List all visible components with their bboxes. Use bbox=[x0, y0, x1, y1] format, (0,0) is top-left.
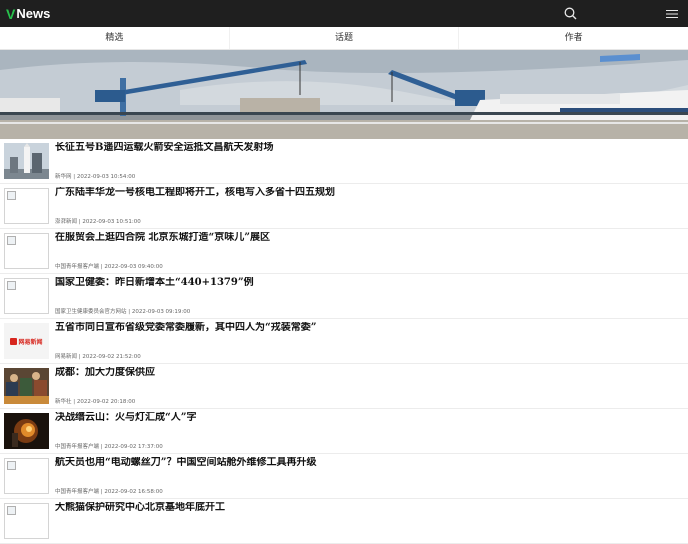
news-title[interactable]: 航天员也用“电动螺丝刀”？中国空间站舱外维修工具再升级 bbox=[55, 457, 688, 469]
news-thumbnail bbox=[4, 143, 49, 179]
news-info: 在服贸会上逛四合院 北京东城打造“京味儿”展区 中国青年报客户端 | 2022-… bbox=[53, 229, 688, 273]
harbor-cranes-photo bbox=[0, 50, 688, 139]
netease-logo-mark bbox=[10, 337, 18, 345]
market-thumbnail-image bbox=[4, 368, 49, 404]
news-item[interactable]: 决战缙云山：火与灯汇成“人”字 中国青年报客户端 | 2022-09-02 17… bbox=[0, 409, 688, 454]
news-title[interactable]: 长征五号B遥四运载火箭安全运抵文昌航天发射场 bbox=[55, 142, 688, 154]
news-thumbnail bbox=[4, 413, 49, 449]
news-title[interactable]: 广东陆丰华龙一号核电工程即将开工，核电写入多省十四五规划 bbox=[55, 187, 688, 199]
news-meta: 中国青年报客户端 | 2022-09-03 09:40:00 bbox=[55, 264, 163, 270]
news-info: 成都：加大力度保供应 新华社 | 2022-09-02 20:18:00 bbox=[53, 364, 688, 408]
news-info: 长征五号B遥四运载火箭安全运抵文昌航天发射场 新华网 | 2022-09-03 … bbox=[53, 139, 688, 183]
news-item[interactable]: 大熊猫保护研究中心北京基地年底开工 bbox=[0, 499, 688, 544]
news-info: 决战缙云山：火与灯汇成“人”字 中国青年报客户端 | 2022-09-02 17… bbox=[53, 409, 688, 453]
hero-banner-image[interactable] bbox=[0, 50, 688, 139]
news-info: 航天员也用“电动螺丝刀”？中国空间站舱外维修工具再升级 中国青年报客户端 | 2… bbox=[53, 454, 688, 498]
broken-image-placeholder bbox=[4, 458, 49, 494]
news-thumbnail: 网易新闻 bbox=[4, 323, 49, 359]
news-feed: 长征五号B遥四运载火箭安全运抵文昌航天发射场 新华网 | 2022-09-03 … bbox=[0, 139, 688, 544]
search-icon bbox=[564, 7, 576, 20]
rocket-thumbnail-image bbox=[4, 143, 49, 179]
news-meta: 新华网 | 2022-09-03 10:54:00 bbox=[55, 174, 136, 180]
news-meta: 国家卫生健康委员会官方网站 | 2022-09-03 09:19:00 bbox=[55, 309, 191, 315]
search-button[interactable] bbox=[560, 4, 580, 24]
news-meta: 澎湃新闻 | 2022-09-03 10:51:00 bbox=[55, 219, 141, 225]
news-item[interactable]: 在服贸会上逛四合院 北京东城打造“京味儿”展区 中国青年报客户端 | 2022-… bbox=[0, 229, 688, 274]
news-info: 大熊猫保护研究中心北京基地年底开工 bbox=[53, 499, 688, 543]
news-title[interactable]: 在服贸会上逛四合院 北京东城打造“京味儿”展区 bbox=[55, 232, 688, 244]
broken-image-placeholder bbox=[4, 188, 49, 224]
news-meta: 新华社 | 2022-09-02 20:18:00 bbox=[55, 399, 136, 405]
tab-authors[interactable]: 作者 bbox=[459, 27, 688, 49]
tab-topics[interactable]: 话题 bbox=[230, 27, 460, 49]
news-title[interactable]: 决战缙云山：火与灯汇成“人”字 bbox=[55, 412, 688, 424]
news-item[interactable]: 国家卫健委：昨日新增本土“440+1379”例 国家卫生健康委员会官方网站 | … bbox=[0, 274, 688, 319]
broken-image-placeholder bbox=[4, 233, 49, 269]
news-info: 广东陆丰华龙一号核电工程即将开工，核电写入多省十四五规划 澎湃新闻 | 2022… bbox=[53, 184, 688, 228]
fire-thumbnail-image bbox=[4, 413, 49, 449]
news-item[interactable]: 广东陆丰华龙一号核电工程即将开工，核电写入多省十四五规划 澎湃新闻 | 2022… bbox=[0, 184, 688, 229]
news-info: 五省市同日宣布省级党委常委履新，其中四人为“戎装常委” 网易新闻 | 2022-… bbox=[53, 319, 688, 363]
news-title[interactable]: 成都：加大力度保供应 bbox=[55, 367, 688, 379]
news-thumbnail bbox=[4, 368, 49, 404]
top-actions bbox=[560, 4, 682, 24]
broken-image-placeholder bbox=[4, 503, 49, 539]
news-item[interactable]: 网易新闻 五省市同日宣布省级党委常委履新，其中四人为“戎装常委” 网易新闻 | … bbox=[0, 319, 688, 364]
app-logo[interactable]: V News bbox=[6, 6, 50, 22]
menu-button[interactable] bbox=[662, 4, 682, 24]
logo-v: V bbox=[6, 5, 16, 22]
top-bar: V News bbox=[0, 0, 688, 27]
news-item[interactable]: 长征五号B遥四运载火箭安全运抵文昌航天发射场 新华网 | 2022-09-03 … bbox=[0, 139, 688, 184]
news-meta: 中国青年报客户端 | 2022-09-02 16:58:00 bbox=[55, 489, 163, 495]
news-title[interactable]: 五省市同日宣布省级党委常委履新，其中四人为“戎装常委” bbox=[55, 322, 688, 334]
news-meta: 中国青年报客户端 | 2022-09-02 17:37:00 bbox=[55, 444, 163, 450]
netease-logo-text: 网易新闻 bbox=[18, 338, 43, 346]
netease-logo: 网易新闻 bbox=[10, 337, 43, 346]
tab-featured[interactable]: 精选 bbox=[0, 27, 230, 49]
news-item[interactable]: 航天员也用“电动螺丝刀”？中国空间站舱外维修工具再升级 中国青年报客户端 | 2… bbox=[0, 454, 688, 499]
tab-bar: 精选 话题 作者 bbox=[0, 27, 688, 50]
news-title[interactable]: 国家卫健委：昨日新增本土“440+1379”例 bbox=[55, 277, 688, 289]
news-meta: 网易新闻 | 2022-09-02 21:52:00 bbox=[55, 354, 141, 360]
logo-text: News bbox=[16, 6, 51, 21]
news-title[interactable]: 大熊猫保护研究中心北京基地年底开工 bbox=[55, 502, 688, 514]
news-info: 国家卫健委：昨日新增本土“440+1379”例 国家卫生健康委员会官方网站 | … bbox=[53, 274, 688, 318]
news-item[interactable]: 成都：加大力度保供应 新华社 | 2022-09-02 20:18:00 bbox=[0, 364, 688, 409]
menu-icon bbox=[666, 9, 678, 18]
broken-image-placeholder bbox=[4, 278, 49, 314]
